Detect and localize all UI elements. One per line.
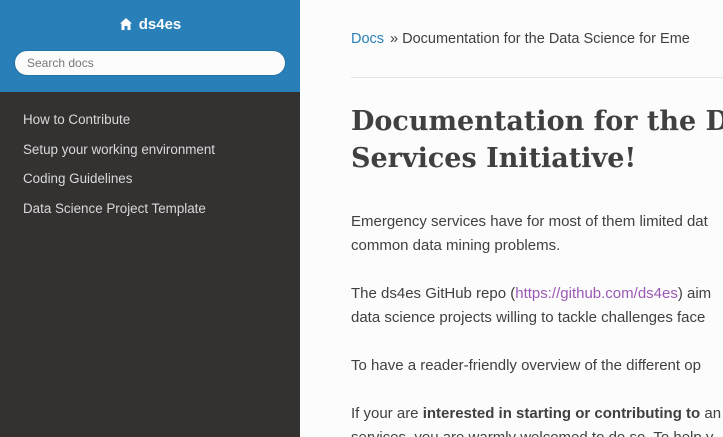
intro-paragraph: Emergency services have for most of them… — [351, 210, 723, 258]
overview-line1: To have a reader-friendly overview of th… — [351, 357, 701, 374]
repo-line2: data science projects willing to tackle … — [351, 309, 706, 326]
sidebar-item-setup-environment[interactable]: Setup your working environment — [0, 137, 300, 162]
page-title-line2: Services Initiative! — [351, 143, 637, 174]
contribute-line2: services, you are warmly welcomed to do … — [351, 429, 713, 437]
repo-text-post: ) aim — [677, 285, 712, 302]
sidebar-item-coding-guidelines[interactable]: Coding Guidelines — [0, 166, 300, 191]
breadcrumb: Docs » Documentation for the Data Science … — [351, 28, 723, 50]
contribute-text-post: an — [700, 405, 722, 422]
repo-paragraph: The ds4es GitHub repo (https://github.co… — [351, 282, 723, 330]
breadcrumb-current: Documentation for the Data Science for E… — [402, 31, 690, 47]
sidebar-item-how-to-contribute[interactable]: How to Contribute — [0, 107, 300, 132]
intro-line1: Emergency services have for most of them… — [351, 213, 708, 230]
repo-text-pre: The ds4es GitHub repo ( — [351, 285, 516, 302]
sidebar: ds4es How to Contribute Setup your worki… — [0, 0, 300, 437]
sidebar-item-project-template[interactable]: Data Science Project Template — [0, 196, 300, 221]
sidebar-nav: How to Contribute Setup your working env… — [0, 92, 300, 225]
breadcrumb-docs-link[interactable]: Docs — [351, 31, 384, 47]
page-title: Documentation for the Data Services Init… — [351, 103, 723, 177]
breadcrumb-separator: » — [390, 31, 399, 47]
brand-link[interactable]: ds4es — [119, 13, 182, 35]
contribute-paragraph: If your are interested in starting or co… — [351, 402, 723, 437]
brand-name: ds4es — [138, 15, 182, 33]
github-link[interactable]: https://github.com/ds4es — [515, 285, 678, 302]
contribute-bold: interested in starting or contributing t… — [422, 405, 701, 422]
breadcrumb-divider — [351, 77, 723, 78]
sidebar-header: ds4es — [0, 0, 300, 92]
contribute-text-pre: If your are — [351, 405, 423, 422]
page-title-line1: Documentation for the Data — [351, 106, 723, 137]
search-input[interactable] — [14, 50, 286, 76]
home-icon — [119, 17, 133, 31]
intro-line2: common data mining problems. — [351, 237, 561, 254]
overview-paragraph: To have a reader-friendly overview of th… — [351, 354, 723, 378]
main-content: Docs » Documentation for the Data Science … — [300, 0, 723, 437]
